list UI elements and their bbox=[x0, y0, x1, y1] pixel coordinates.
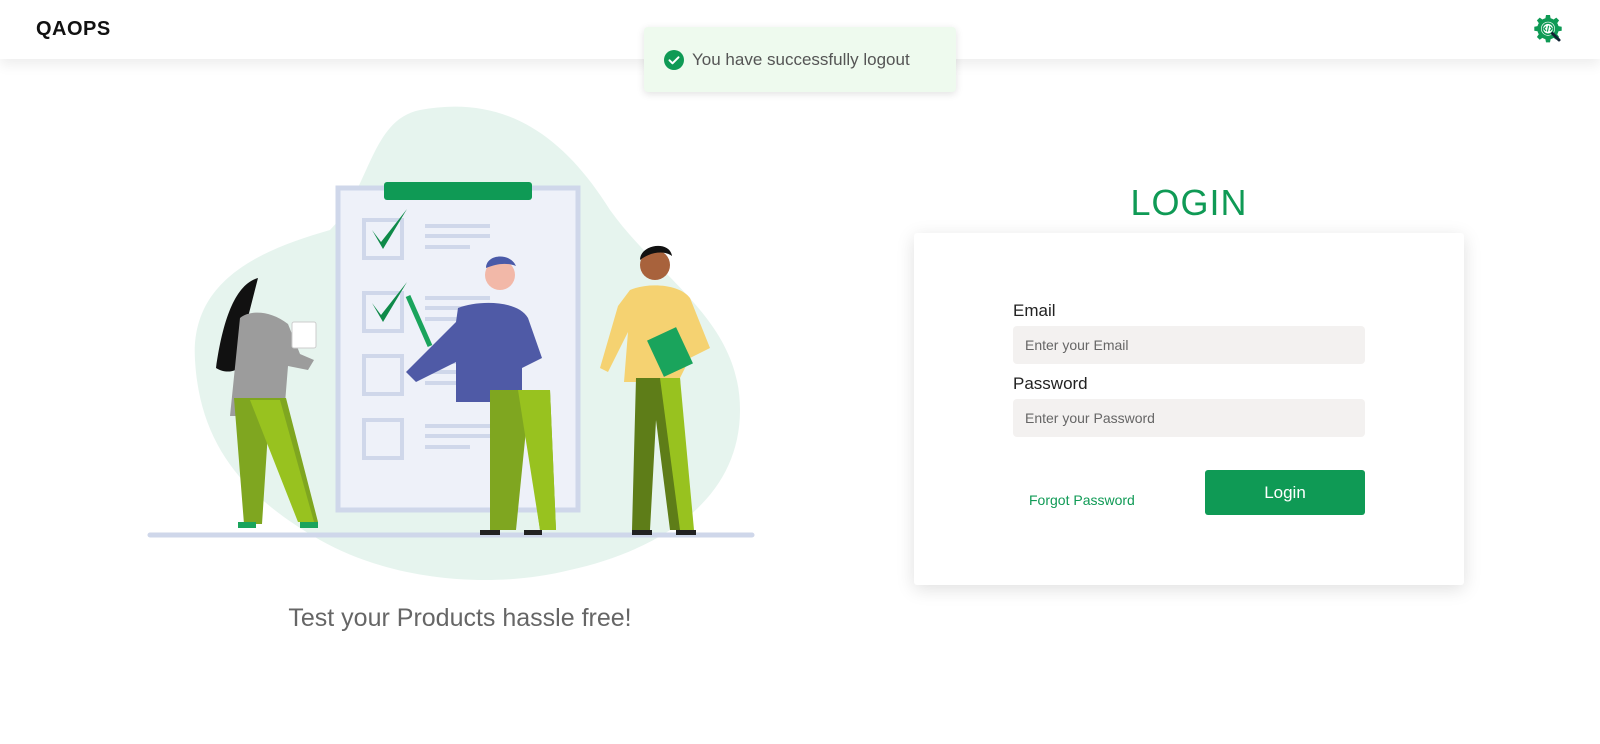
password-label: Password bbox=[1013, 374, 1088, 393]
password-input[interactable] bbox=[1013, 399, 1365, 437]
forgot-password-link[interactable]: Forgot Password bbox=[1029, 492, 1135, 508]
toast-message: You have successfully logout bbox=[692, 49, 910, 69]
login-title: LOGIN bbox=[1130, 182, 1248, 223]
hero-tagline: Test your Products hassle free! bbox=[288, 604, 632, 632]
email-input[interactable] bbox=[1013, 326, 1365, 364]
login-card: Email Password Forgot Password Login bbox=[914, 233, 1464, 585]
email-label: Email bbox=[1013, 301, 1056, 320]
team-checklist-illustration bbox=[147, 106, 755, 580]
login-button[interactable]: Login bbox=[1205, 470, 1365, 515]
brand-logo[interactable]: QAOPS bbox=[36, 18, 111, 41]
logout-success-toast: You have successfully logout bbox=[644, 27, 956, 92]
check-circle-icon bbox=[664, 49, 684, 70]
gear-code-search-icon[interactable] bbox=[1532, 14, 1564, 46]
